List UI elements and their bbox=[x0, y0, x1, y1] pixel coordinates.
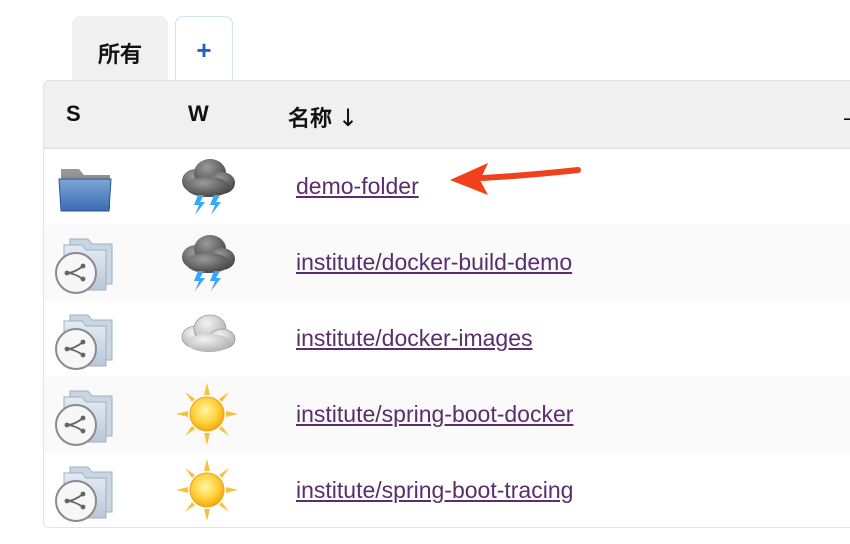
cloudy-icon bbox=[174, 305, 240, 371]
job-link[interactable]: institute/docker-build-demo bbox=[296, 249, 572, 276]
multibranch-folder-icon bbox=[52, 463, 118, 522]
table-row: institute/docker-images bbox=[44, 301, 850, 377]
storm-cloud-icon bbox=[174, 153, 240, 219]
dashboard-view: 所有 + S W 名称↓ ⅃ demo-folder institute/doc… bbox=[0, 0, 850, 544]
tab-all-label: 所有 bbox=[97, 43, 142, 68]
sunny-icon bbox=[174, 457, 240, 523]
multibranch-folder-icon bbox=[52, 387, 118, 446]
storm-cloud-icon bbox=[174, 229, 240, 295]
job-link[interactable]: institute/spring-boot-tracing bbox=[296, 477, 573, 504]
job-table: S W 名称↓ ⅃ demo-folder institute/docker-b… bbox=[43, 80, 850, 528]
multibranch-folder-icon bbox=[52, 235, 118, 294]
multibranch-folder-icon bbox=[52, 311, 118, 370]
folder-icon bbox=[52, 159, 118, 215]
column-header-weather[interactable]: W bbox=[188, 101, 209, 127]
table-row: institute/docker-build-demo bbox=[44, 225, 850, 301]
job-link[interactable]: institute/spring-boot-docker bbox=[296, 401, 573, 428]
table-row: institute/spring-boot-docker bbox=[44, 377, 850, 453]
sunny-icon bbox=[174, 381, 240, 447]
column-header-name[interactable]: 名称 ↓ bbox=[288, 101, 358, 133]
column-header-status[interactable]: S bbox=[66, 101, 81, 127]
job-link[interactable]: institute/docker-images bbox=[296, 325, 533, 352]
sort-down-icon: ↓ bbox=[338, 104, 359, 132]
column-header-partial[interactable]: ⅃ bbox=[844, 101, 850, 126]
annotation-arrow-icon bbox=[450, 163, 581, 195]
table-row: institute/spring-boot-tracing bbox=[44, 453, 850, 527]
column-header-name-label: 名称 bbox=[288, 107, 333, 132]
plus-icon: + bbox=[196, 35, 212, 65]
add-view-tab[interactable]: + bbox=[175, 16, 233, 82]
tab-all[interactable]: 所有 bbox=[72, 16, 168, 82]
table-header: S W 名称↓ ⅃ bbox=[44, 81, 850, 149]
job-link[interactable]: demo-folder bbox=[296, 173, 419, 200]
